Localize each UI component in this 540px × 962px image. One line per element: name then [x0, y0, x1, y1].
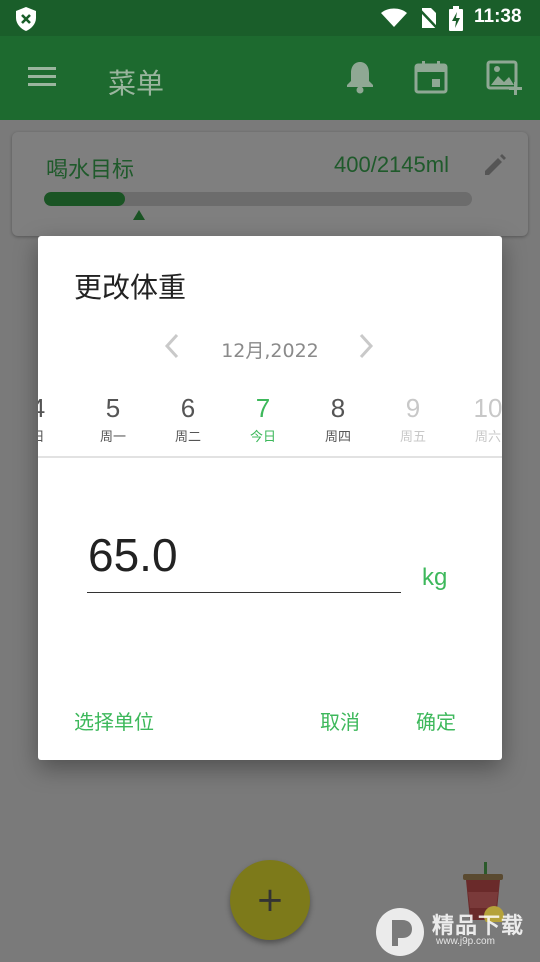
day-weekday: 周四 — [324, 430, 351, 445]
status-bar: 11:38 — [0, 0, 540, 36]
watermark-logo-icon — [374, 906, 426, 962]
progress-marker-icon — [133, 210, 145, 220]
water-progress-fill — [44, 192, 126, 206]
day-item[interactable]: 9 周五 — [383, 392, 443, 445]
cancel-button[interactable]: 取消 — [320, 706, 360, 735]
edit-icon[interactable] — [482, 152, 508, 182]
day-number: 7 — [255, 393, 271, 423]
day-number: 8 — [330, 393, 346, 423]
menu-icon[interactable] — [28, 66, 56, 92]
dialog-title: 更改体重 — [74, 271, 187, 304]
water-progress-bar — [44, 192, 472, 206]
day-weekday: 周一 — [99, 430, 126, 445]
calendar-icon[interactable] — [414, 60, 448, 98]
battery-charging-icon — [448, 6, 464, 36]
weight-input[interactable]: 65.0 — [88, 528, 178, 582]
day-weekday: 今日 — [249, 430, 276, 445]
add-photo-icon[interactable] — [486, 58, 524, 100]
day-weekday: 周二 — [174, 430, 201, 445]
no-sim-icon — [418, 7, 438, 33]
day-number: 9 — [405, 393, 421, 423]
water-goal-value: 400/2145ml — [334, 152, 449, 177]
day-item[interactable]: 5 周一 — [83, 392, 143, 445]
day-item[interactable]: 7 今日 — [233, 392, 293, 445]
confirm-button[interactable]: 确定 — [416, 706, 456, 735]
day-item[interactable]: 4日 — [38, 392, 68, 445]
day-number: 4 — [38, 392, 68, 424]
app-bar: 菜单 — [0, 36, 540, 120]
water-goal-card[interactable]: 喝水目标 400/2145ml — [12, 132, 528, 236]
divider — [38, 456, 502, 458]
day-weekday: 周六 — [474, 430, 501, 445]
day-number: 6 — [180, 393, 196, 423]
app-title: 菜单 — [108, 67, 165, 100]
day-weekday: 日 — [38, 426, 68, 445]
day-item[interactable]: 10 周六 — [458, 392, 502, 445]
change-weight-dialog: 更改体重 12月,2022 4日5周一6周二7今日8周四9周五10周六 65.0… — [38, 236, 502, 760]
water-goal-label: 喝水目标 — [46, 158, 135, 183]
weight-unit: kg — [422, 564, 448, 591]
shield-icon — [14, 6, 38, 36]
day-number: 10 — [473, 393, 502, 423]
day-number: 5 — [105, 393, 121, 423]
select-unit-button[interactable]: 选择单位 — [74, 706, 154, 735]
day-item[interactable]: 8 周四 — [308, 392, 368, 445]
day-selector[interactable]: 4日5周一6周二7今日8周四9周五10周六 — [38, 392, 502, 454]
add-button[interactable]: + — [230, 860, 310, 940]
day-weekday: 周五 — [399, 430, 426, 445]
weight-input-underline — [87, 592, 401, 593]
day-item[interactable]: 6 周二 — [158, 392, 218, 445]
status-time: 11:38 — [474, 6, 522, 27]
month-label: 12月,2022 — [221, 340, 319, 362]
watermark-url: www.j9p.com — [436, 936, 495, 947]
bell-icon[interactable] — [344, 60, 376, 98]
chevron-right-icon[interactable] — [356, 332, 376, 364]
wifi-icon — [380, 8, 408, 32]
